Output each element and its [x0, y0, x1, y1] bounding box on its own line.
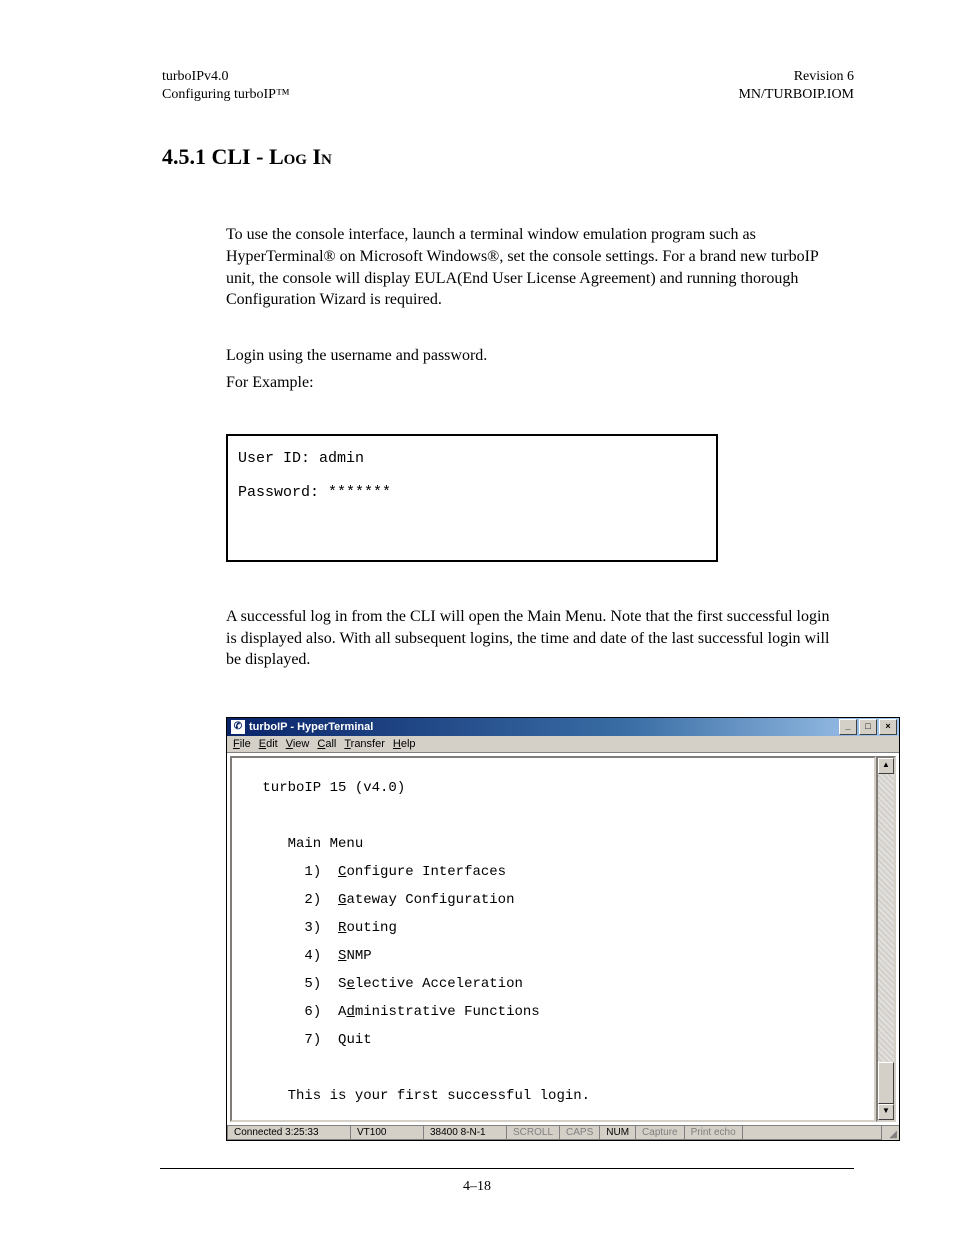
status-terminal-type: VT100: [350, 1126, 424, 1140]
section-heading: 4.5.1 CLI - Log In: [162, 144, 854, 170]
app-icon: ✆: [231, 720, 245, 734]
resize-grip-icon[interactable]: ◢: [881, 1126, 899, 1140]
term-item-1: 1: [304, 864, 312, 880]
term-item-4: 4: [304, 948, 312, 964]
titlebar[interactable]: ✆ turboIP - HyperTerminal _ □ ×: [227, 718, 899, 736]
scrollbar-vertical[interactable]: ▲ ▼: [876, 756, 896, 1122]
page-footer: 4–18: [0, 1168, 954, 1195]
term-item-5: 5: [304, 976, 312, 992]
maximize-button[interactable]: □: [859, 719, 877, 735]
menu-file[interactable]: File: [233, 738, 251, 750]
page-number: 4–18: [463, 1179, 491, 1194]
login-example-box: User ID: admin Password: *******: [226, 434, 718, 562]
term-item-3: 3: [304, 920, 312, 936]
scroll-down-button[interactable]: ▼: [878, 1104, 894, 1120]
menu-view[interactable]: View: [286, 738, 310, 750]
section-number: 4.5.1: [162, 144, 206, 169]
status-printecho: Print echo: [684, 1126, 743, 1140]
menu-transfer[interactable]: Transfer: [344, 738, 385, 750]
menu-call[interactable]: Call: [317, 738, 336, 750]
header-right: Revision 6 MN/TURBOIP.IOM: [738, 68, 854, 104]
page-header: turboIPv4.0 Configuring turboIP™ Revisio…: [162, 68, 854, 104]
statusbar: Connected 3:25:33 VT100 38400 8-N-1 SCRO…: [227, 1125, 899, 1140]
section-title-main: CLI - L: [206, 144, 284, 169]
menu-help[interactable]: Help: [393, 738, 416, 750]
terminal-output[interactable]: turboIP 15 (v4.0) Main Menu 1) Configure…: [230, 756, 876, 1122]
term-item-6: 6: [304, 1004, 312, 1020]
section-title-smallcaps: og In: [284, 144, 332, 169]
paragraph-4: A successful log in from the CLI will op…: [226, 606, 834, 671]
window-title: turboIP - HyperTerminal: [249, 721, 373, 733]
body-text: To use the console interface, launch a t…: [226, 224, 834, 394]
status-baud: 38400 8-N-1: [423, 1126, 507, 1140]
term-item-2: 2: [304, 892, 312, 908]
status-connected: Connected 3:25:33: [227, 1126, 351, 1140]
client-area: turboIP 15 (v4.0) Main Menu 1) Configure…: [227, 753, 899, 1125]
scroll-thumb[interactable]: [878, 1062, 894, 1104]
login-password-line: Password: *******: [238, 484, 391, 501]
hyperterminal-window: ✆ turboIP - HyperTerminal _ □ × File Edi…: [226, 717, 900, 1141]
status-caps: CAPS: [559, 1126, 600, 1140]
status-spacer: [742, 1126, 882, 1140]
product-name: turboIPv4.0: [162, 69, 229, 84]
menu-edit[interactable]: Edit: [259, 738, 278, 750]
chapter-name: Configuring turboIP™: [162, 87, 290, 102]
paragraph-1: To use the console interface, launch a t…: [226, 224, 834, 310]
term-line-version: turboIP 15 (v4.0): [254, 780, 405, 796]
term-line-mainmenu: Main Menu: [254, 836, 363, 852]
status-capture: Capture: [635, 1126, 685, 1140]
term-item-7: 7: [304, 1032, 312, 1048]
menubar: File Edit View Call Transfer Help: [227, 736, 899, 753]
login-userid-line: User ID: admin: [238, 450, 364, 467]
scroll-track[interactable]: [878, 774, 894, 1062]
revision: Revision 6: [794, 69, 854, 84]
paragraph-2: Login using the username and password.: [226, 345, 834, 367]
term-line-msg: This is your first successful login.: [254, 1088, 590, 1104]
scroll-up-button[interactable]: ▲: [878, 758, 894, 774]
doc-id: MN/TURBOIP.IOM: [738, 87, 854, 102]
document-page: turboIPv4.0 Configuring turboIP™ Revisio…: [0, 0, 954, 1235]
paragraph-3: For Example:: [226, 372, 834, 394]
status-num: NUM: [599, 1126, 636, 1140]
header-left: turboIPv4.0 Configuring turboIP™: [162, 68, 290, 104]
minimize-button[interactable]: _: [839, 719, 857, 735]
status-scroll: SCROLL: [506, 1126, 560, 1140]
close-button[interactable]: ×: [879, 719, 897, 735]
body-text-2: A successful log in from the CLI will op…: [226, 606, 834, 671]
